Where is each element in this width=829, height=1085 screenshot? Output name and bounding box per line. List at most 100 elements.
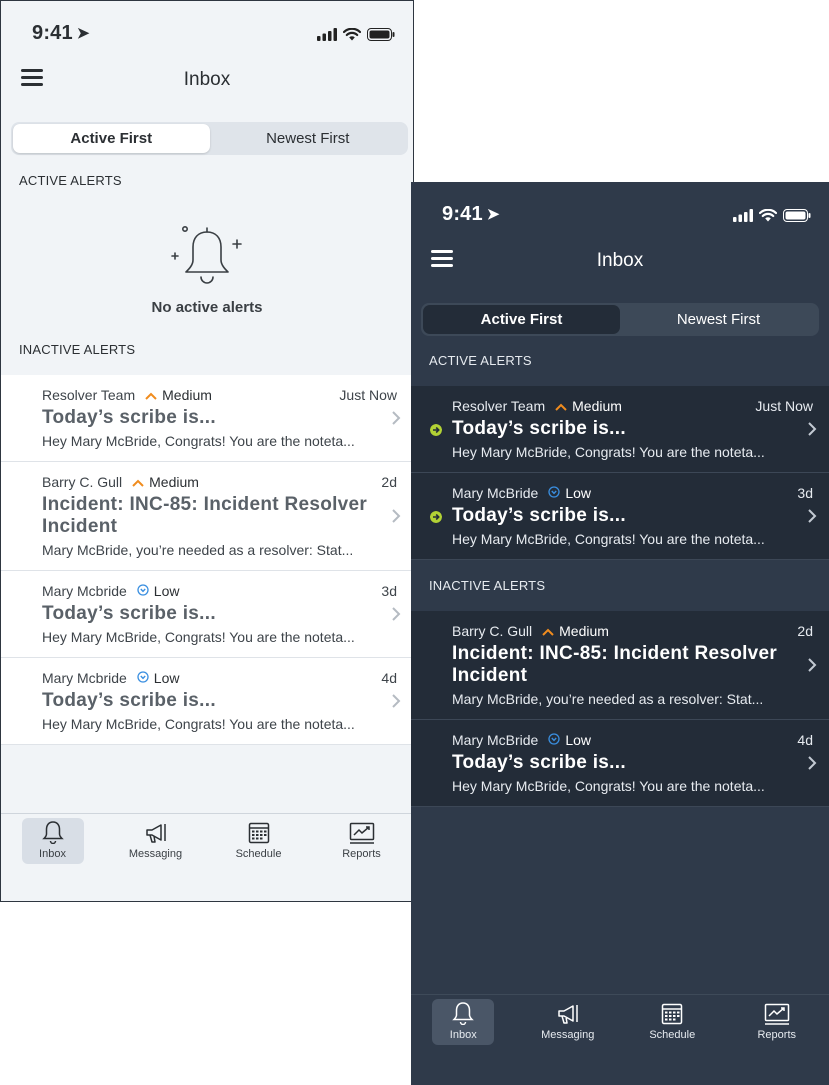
- alert-preview: Hey Mary McBride, Congrats! You are the …: [42, 716, 355, 732]
- tab-messaging[interactable]: Messaging: [537, 999, 599, 1045]
- alert-sender: Mary Mcbride: [42, 670, 127, 686]
- segment-newest-first[interactable]: Newest First: [620, 305, 817, 334]
- active-alert-list: Resolver Team Medium Just Now Today’s scri…: [411, 386, 829, 560]
- active-alerts-heading: ACTIVE ALERTS: [19, 173, 122, 188]
- arrow-down-circle-icon: [548, 485, 561, 501]
- page-title: Inbox: [596, 250, 644, 271]
- chart-icon: [349, 822, 374, 844]
- battery-icon: [367, 27, 395, 41]
- alert-preview: Mary McBride, you’re needed as a resolve…: [452, 691, 764, 707]
- battery-icon: [783, 208, 811, 222]
- active-indicator-icon: [430, 424, 442, 436]
- chart-icon: [764, 1003, 789, 1025]
- header: Inbox: [1, 59, 413, 103]
- tab-inbox[interactable]: Inbox: [21, 818, 84, 864]
- alert-title: Today’s scribe is...: [452, 505, 626, 526]
- alert-row[interactable]: Barry C. Gull Medium 2d Incident: INC-85: …: [1, 462, 413, 571]
- status-bar: 9:41 ➤: [1, 1, 413, 61]
- bell-icon: [452, 1002, 475, 1025]
- sort-segmented-control: Active First Newest First: [421, 303, 819, 336]
- alert-preview: Hey Mary McBride, Congrats! You are the …: [452, 778, 765, 794]
- status-time: 9:41: [32, 22, 73, 44]
- segment-active-first[interactable]: Active First: [423, 305, 620, 334]
- chevron-up-icon: [555, 398, 567, 414]
- priority-badge: Low: [137, 583, 180, 599]
- page-title: Inbox: [183, 69, 231, 90]
- chevron-right-icon: [808, 422, 817, 436]
- alert-sender: Resolver Team: [452, 398, 546, 414]
- tab-schedule[interactable]: Schedule: [228, 818, 290, 864]
- alert-row[interactable]: Mary McBride Low 3d Today’s scribe is... H…: [411, 473, 829, 560]
- alert-preview: Hey Mary McBride, Congrats! You are the …: [42, 629, 355, 645]
- alert-time: 2d: [381, 474, 397, 490]
- alert-title: Incident: INC-85: Incident Resolver Inci…: [42, 494, 368, 537]
- alert-row[interactable]: Barry C. Gull Medium 2d Incident: INC-85: …: [411, 611, 829, 720]
- alert-preview: Hey Mary McBride, Congrats! You are the …: [452, 531, 765, 547]
- tab-bar: Inbox Messaging Schedule Reports: [1, 813, 413, 901]
- empty-state: No active alerts: [1, 223, 413, 316]
- priority-label: Medium: [162, 387, 212, 403]
- priority-label: Low: [153, 583, 180, 599]
- alert-time: 3d: [381, 583, 397, 599]
- alert-title: Today’s scribe is...: [452, 752, 626, 773]
- arrow-down-circle-icon: [137, 583, 149, 599]
- alert-sender: Barry C. Gull: [42, 474, 123, 490]
- alert-title: Today’s scribe is...: [42, 603, 216, 624]
- alert-row[interactable]: Resolver Team Medium Just Now Today’s scri…: [411, 386, 829, 473]
- bell-icon: [41, 821, 64, 844]
- inactive-alerts-heading: INACTIVE ALERTS: [19, 342, 136, 357]
- light-mode-screen: 9:41 ➤ Inbox Active First Newest First AC…: [0, 0, 414, 902]
- chevron-right-icon: [808, 756, 817, 770]
- segment-active-first[interactable]: Active First: [13, 124, 210, 153]
- inactive-alert-list: Barry C. Gull Medium 2d Incident: INC-85: …: [411, 611, 829, 807]
- chevron-right-icon: [392, 411, 401, 425]
- dark-mode-screen: 9:41 ➤ Inbox Active First Newest First AC…: [411, 182, 829, 1085]
- chevron-up-icon: [145, 387, 157, 403]
- inactive-alert-list: Resolver Team Medium Just Now Today’s scri…: [1, 375, 413, 745]
- alert-row[interactable]: Mary Mcbride Low 4d Today’s scribe is... H…: [1, 658, 413, 745]
- priority-badge: Medium: [145, 387, 212, 403]
- tab-label: Messaging: [541, 1029, 595, 1041]
- alert-sender: Barry C. Gull: [452, 623, 533, 639]
- alert-time: Just Now: [755, 398, 813, 414]
- calendar-icon: [662, 1003, 683, 1025]
- alert-row[interactable]: Mary Mcbride Low 3d Today’s scribe is... H…: [1, 571, 413, 658]
- system-icons: [733, 207, 811, 223]
- alert-time: Just Now: [339, 387, 397, 403]
- priority-label: Medium: [149, 474, 199, 490]
- header: Inbox: [411, 240, 829, 284]
- tab-label: Inbox: [449, 1029, 477, 1041]
- empty-state-text: No active alerts: [151, 299, 263, 316]
- alert-time: 2d: [797, 623, 813, 639]
- tab-reports[interactable]: Reports: [746, 999, 808, 1045]
- tab-schedule[interactable]: Schedule: [641, 999, 703, 1045]
- priority-label: Low: [565, 485, 592, 501]
- priority-badge: Medium: [132, 474, 199, 490]
- signal-icon: [317, 27, 337, 41]
- priority-badge: Medium: [555, 398, 622, 414]
- empty-bell-icon: [171, 225, 242, 284]
- priority-label: Low: [565, 732, 592, 748]
- sort-segmented-control: Active First Newest First: [11, 122, 408, 155]
- priority-badge: Low: [548, 485, 591, 501]
- priority-label: Low: [153, 670, 180, 686]
- alert-preview: Hey Mary McBride, Congrats! You are the …: [452, 444, 765, 460]
- status-time: 9:41: [442, 203, 483, 225]
- tab-label: Messaging: [128, 848, 183, 860]
- arrow-down-circle-icon: [137, 670, 149, 686]
- priority-label: Medium: [559, 623, 609, 639]
- alert-row[interactable]: Mary McBride Low 4d Today’s scribe is... H…: [411, 720, 829, 807]
- calendar-icon: [248, 822, 269, 844]
- tab-messaging[interactable]: Messaging: [125, 818, 187, 864]
- signal-icon: [733, 208, 753, 222]
- alert-sender: Mary McBride: [452, 732, 539, 748]
- chevron-right-icon: [392, 607, 401, 621]
- chevron-up-icon: [542, 623, 554, 639]
- megaphone-icon: [145, 824, 166, 843]
- tab-reports[interactable]: Reports: [331, 818, 393, 864]
- wifi-icon: [343, 27, 361, 40]
- wifi-icon: [759, 208, 777, 221]
- alert-row[interactable]: Resolver Team Medium Just Now Today’s scri…: [1, 375, 413, 462]
- tab-inbox[interactable]: Inbox: [432, 999, 495, 1045]
- segment-newest-first[interactable]: Newest First: [210, 124, 407, 153]
